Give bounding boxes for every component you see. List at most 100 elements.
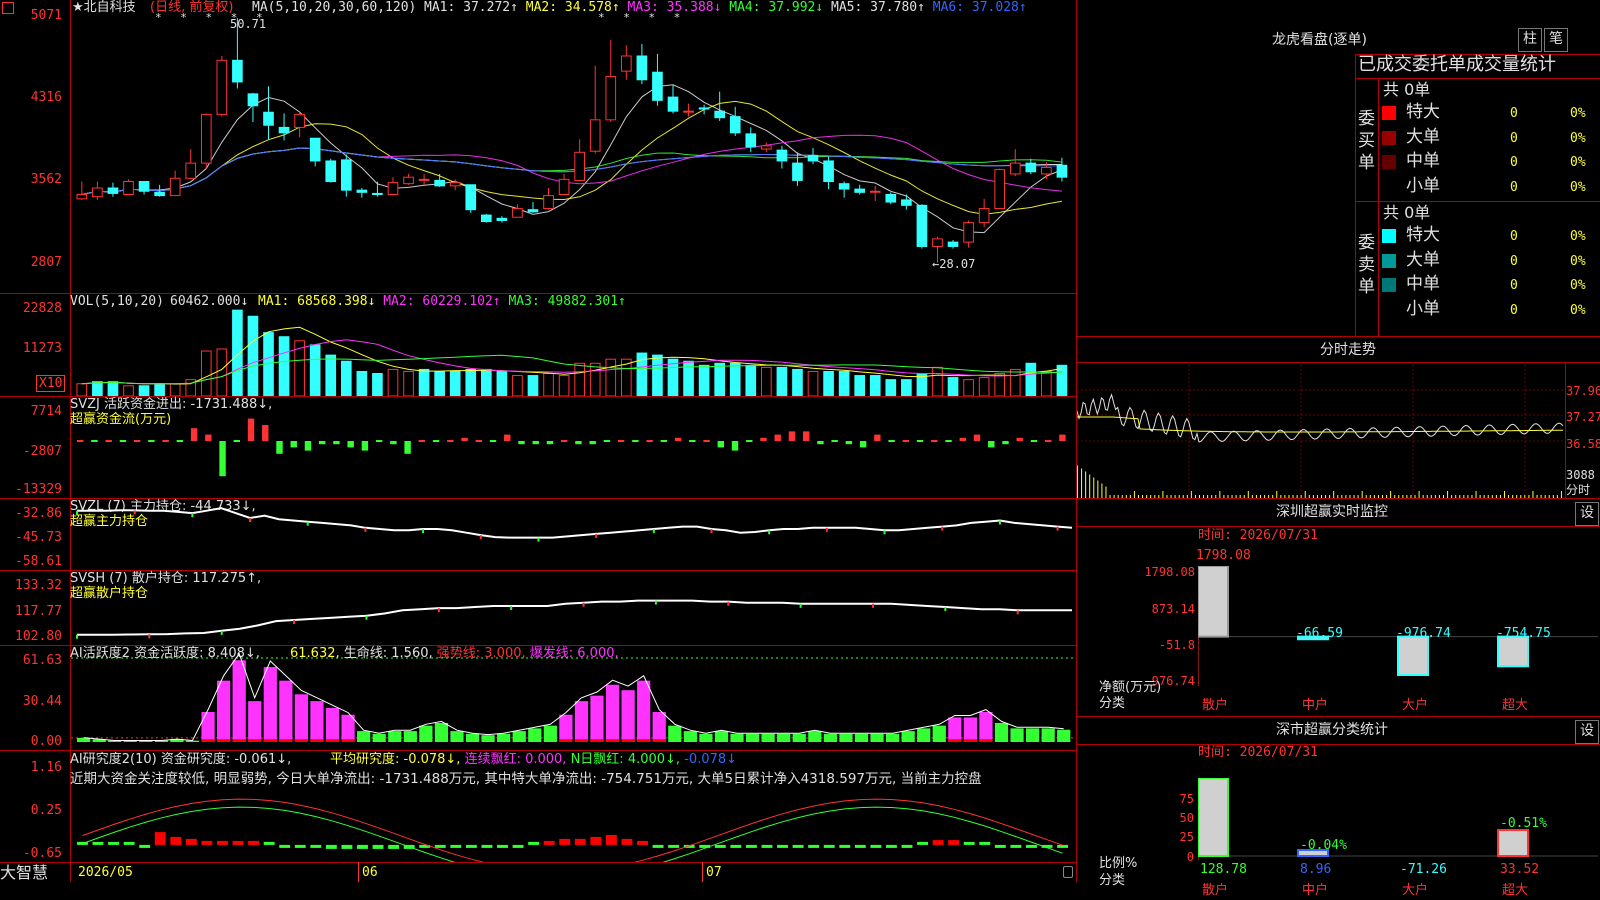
order-size-label: 小单 bbox=[1406, 175, 1440, 196]
candle bbox=[589, 119, 601, 152]
flow-bar bbox=[817, 441, 824, 445]
volume-bar bbox=[92, 381, 103, 396]
volume-bar bbox=[838, 370, 850, 396]
activity-bar bbox=[839, 733, 853, 742]
activity-bar bbox=[590, 695, 604, 742]
candle bbox=[512, 208, 523, 218]
research-bar bbox=[1025, 844, 1037, 848]
research-bar bbox=[325, 844, 337, 849]
candle bbox=[200, 113, 212, 164]
signal-stars: * * * * * bbox=[155, 11, 269, 24]
order-color-swatch bbox=[1382, 278, 1396, 292]
activity-base bbox=[637, 739, 651, 742]
indicator-marker bbox=[365, 615, 368, 620]
activity-bar bbox=[1041, 728, 1055, 742]
activity-bar bbox=[559, 714, 573, 742]
activity-bar bbox=[917, 728, 931, 742]
activity-base bbox=[963, 739, 977, 742]
activity-bar bbox=[1057, 729, 1071, 742]
volume-bar bbox=[745, 364, 757, 396]
intraday-chart[interactable] bbox=[1077, 365, 1565, 498]
classify-settings-button[interactable]: 设 bbox=[1575, 720, 1599, 744]
net-amount-bar bbox=[1397, 635, 1429, 676]
candle bbox=[325, 160, 337, 183]
flow-bar bbox=[148, 440, 155, 442]
candle bbox=[761, 145, 772, 150]
classify-title: 深市超赢分类统计 bbox=[1276, 722, 1388, 738]
order-color-swatch bbox=[1382, 179, 1396, 194]
flow-bar bbox=[1059, 434, 1066, 441]
activity-bar bbox=[279, 680, 293, 742]
indicator-value: MA6: 37.028↑ bbox=[932, 0, 1027, 15]
order-size-label: 中单 bbox=[1406, 274, 1440, 294]
activity-bar bbox=[512, 731, 526, 742]
stock-name[interactable]: ★北自科技 bbox=[72, 0, 136, 16]
candle bbox=[340, 159, 352, 191]
candle bbox=[978, 208, 990, 224]
flow-bar bbox=[475, 440, 482, 442]
signal-stars: * * * * bbox=[598, 11, 687, 24]
volume-bar bbox=[123, 385, 134, 396]
candlestick-chart[interactable] bbox=[71, 18, 1076, 293]
monitor-settings-button[interactable]: 设 bbox=[1575, 502, 1599, 526]
indicator-marker bbox=[799, 603, 802, 608]
ratio-change: -0.04% bbox=[1300, 838, 1347, 853]
flow-bar bbox=[959, 437, 966, 441]
volume-bar bbox=[854, 375, 866, 396]
candle bbox=[356, 189, 368, 193]
volume-bar bbox=[714, 362, 725, 396]
category-label: 中户 bbox=[1302, 698, 1329, 713]
research-chart bbox=[77, 798, 1068, 862]
candle bbox=[698, 107, 710, 110]
candle bbox=[107, 187, 119, 194]
research-bar bbox=[792, 844, 804, 848]
category-label: 中户 bbox=[1302, 883, 1329, 898]
ma-line bbox=[81, 100, 1062, 215]
candle bbox=[76, 193, 88, 200]
flow-bar bbox=[731, 441, 739, 451]
volume-bar bbox=[901, 379, 912, 396]
indicator-value: 连续飘红: 0.000, bbox=[464, 752, 571, 767]
ratio-value: 8.96 bbox=[1300, 862, 1332, 877]
bar-view-button[interactable]: 柱 bbox=[1518, 28, 1542, 52]
candle bbox=[605, 76, 617, 121]
vol-tick-label: 22828 bbox=[22, 301, 62, 316]
intraday-vol-unit: 分时 bbox=[1566, 483, 1591, 497]
sell-label: 委卖单 bbox=[1358, 233, 1375, 297]
indicator-marker bbox=[479, 535, 482, 540]
intraday-volume-bar bbox=[1133, 491, 1135, 498]
flow-bar bbox=[333, 441, 340, 445]
ai2-tick-label: 0.25 bbox=[30, 803, 62, 818]
volume-bar bbox=[449, 370, 461, 396]
activity-bar bbox=[217, 680, 231, 742]
flow-bar bbox=[774, 434, 781, 441]
tick-view-button[interactable]: 笔 bbox=[1544, 28, 1568, 52]
intraday-volume-bar bbox=[1475, 491, 1477, 498]
activity-bar bbox=[901, 731, 915, 742]
indicator-marker bbox=[883, 530, 886, 535]
order-percent: 0% bbox=[1570, 229, 1586, 244]
intraday-volume-bar bbox=[1097, 480, 1099, 498]
flow-bar bbox=[432, 440, 440, 442]
svzl-tick-label: -58.61 bbox=[15, 554, 62, 569]
ma-line bbox=[81, 84, 1063, 234]
intraday-volume-bar bbox=[1504, 491, 1505, 498]
intraday-volume-bar bbox=[1105, 486, 1107, 498]
lock-icon[interactable] bbox=[1063, 866, 1073, 878]
indicator-marker bbox=[727, 601, 730, 606]
pane-separator bbox=[0, 750, 1076, 751]
flow-bar bbox=[418, 440, 426, 442]
candle bbox=[854, 188, 866, 193]
activity-bar bbox=[419, 725, 433, 742]
volume-bar bbox=[216, 348, 228, 396]
volume-ma-line bbox=[81, 354, 1062, 385]
activity-bar bbox=[1025, 728, 1040, 742]
flow-bar bbox=[504, 434, 511, 441]
candle bbox=[667, 96, 679, 112]
flow-bar bbox=[560, 440, 568, 442]
indicator-value: 平均研究度: -0.078↓, bbox=[330, 752, 465, 767]
flow-bar bbox=[91, 440, 98, 442]
flow-bar bbox=[988, 441, 995, 448]
net-amount-value: 1798.08 bbox=[1196, 548, 1251, 563]
indicator-marker bbox=[1056, 526, 1059, 531]
